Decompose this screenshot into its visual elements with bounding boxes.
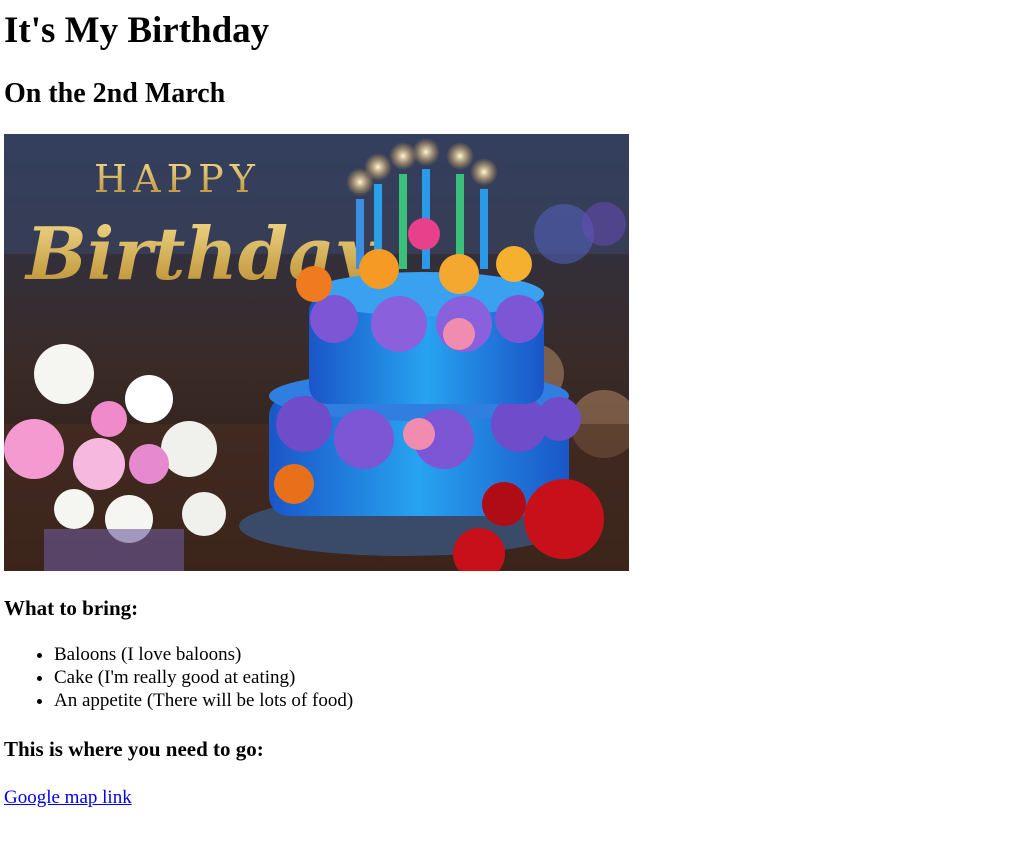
page-title: It's My Birthday: [4, 10, 270, 51]
bring-list: Baloons (I love baloons) Cake (I'm reall…: [4, 643, 1032, 712]
list-item: An appetite (There will be lots of food): [54, 689, 1032, 712]
date-heading: On the 2nd March: [4, 78, 226, 109]
birthday-cake-image: HAPPY Birthday: [4, 134, 629, 571]
page-content: It's My Birthday On the 2nd March HAPPY …: [0, 8, 1036, 809]
list-item: Cake (I'm really good at eating): [54, 666, 1032, 689]
happy-text: HAPPY: [94, 157, 261, 201]
list-item: Baloons (I love baloons): [54, 643, 1032, 666]
google-map-link[interactable]: Google map link: [4, 786, 132, 809]
bring-heading: What to bring:: [4, 596, 139, 620]
directions-heading: This is where you need to go:: [4, 737, 264, 761]
